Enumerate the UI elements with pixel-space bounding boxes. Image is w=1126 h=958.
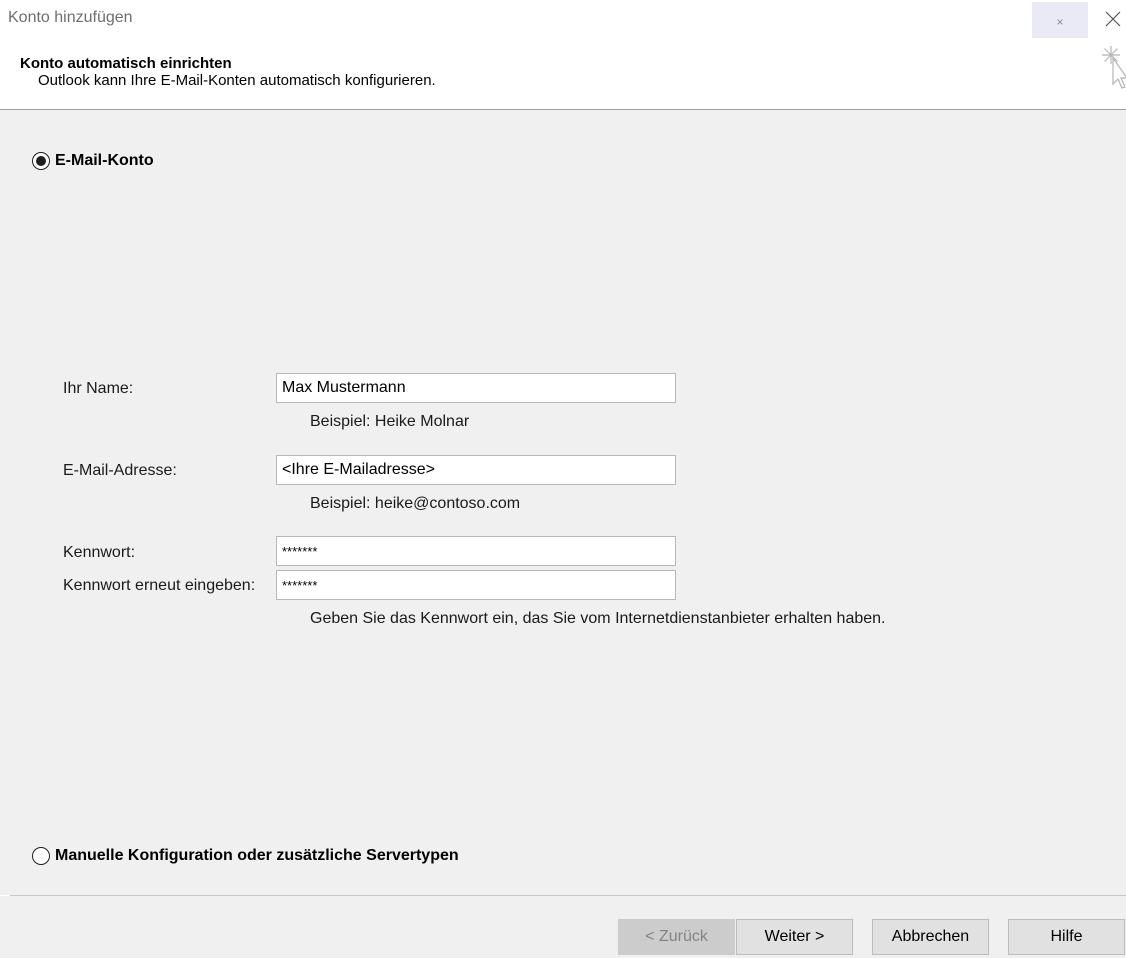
close-button[interactable]: [1100, 4, 1126, 34]
title-help-button[interactable]: ×: [1032, 2, 1088, 42]
small-x-icon: ×: [1056, 15, 1064, 29]
add-account-dialog: Konto hinzufügen × Konto automatisch ein…: [0, 0, 1126, 958]
password-input[interactable]: [276, 536, 676, 566]
wizard-cursor-icon: [1102, 46, 1126, 89]
title-bar: Konto hinzufügen ×: [0, 0, 1126, 42]
name-label: Ihr Name:: [63, 380, 134, 397]
window-title: Konto hinzufügen: [8, 9, 133, 26]
radio-email-account-label: E-Mail-Konto: [55, 152, 154, 169]
header-title: Konto automatisch einrichten: [20, 55, 232, 72]
cancel-button[interactable]: Abbrechen: [872, 919, 989, 955]
email-label: E-Mail-Adresse:: [63, 462, 177, 479]
next-button[interactable]: Weiter >: [736, 919, 853, 955]
help-button[interactable]: Hilfe: [1008, 919, 1125, 955]
email-hint: Beispiel: heike@contoso.com: [310, 495, 521, 512]
radio-checked-icon: [32, 152, 50, 170]
header-subtitle: Outlook kann Ihre E-Mail-Konten automati…: [38, 72, 436, 89]
password-confirm-label: Kennwort erneut eingeben:: [63, 577, 256, 594]
radio-unchecked-icon: [32, 847, 50, 865]
content-area: E-Mail-Konto Ihr Name: Beispiel: Heike M…: [0, 110, 1126, 895]
back-button[interactable]: < Zurück: [618, 919, 735, 955]
radio-manual-config-label: Manuelle Konfiguration oder zusätzliche …: [55, 847, 459, 864]
password-confirm-input[interactable]: [276, 570, 676, 600]
button-bar: < Zurück Weiter > Abbrechen Hilfe: [0, 896, 1126, 958]
radio-manual-config[interactable]: Manuelle Konfiguration oder zusätzliche …: [32, 847, 459, 865]
name-hint: Beispiel: Heike Molnar: [310, 413, 470, 430]
email-input[interactable]: [276, 455, 676, 485]
name-input[interactable]: [276, 373, 676, 403]
password-label: Kennwort:: [63, 544, 136, 561]
radio-email-account[interactable]: E-Mail-Konto: [32, 152, 154, 170]
close-icon: [1105, 11, 1121, 27]
password-hint: Geben Sie das Kennwort ein, das Sie vom …: [310, 610, 886, 627]
wizard-header: Konto automatisch einrichten Outlook kan…: [0, 38, 1126, 109]
